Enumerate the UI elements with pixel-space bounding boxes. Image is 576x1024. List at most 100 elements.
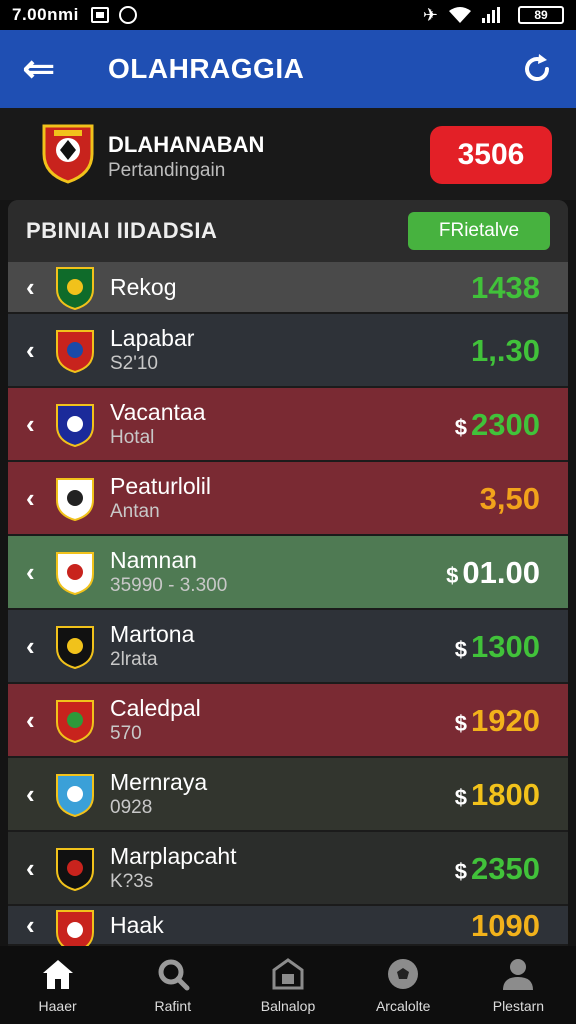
list-item[interactable]: ‹ Caledpal 570 $1920 <box>8 684 568 758</box>
back-arrow-icon[interactable]: ⇐ <box>22 49 62 89</box>
value-number: 01.00 <box>462 555 540 590</box>
value-number: 1300 <box>471 629 540 664</box>
match-title: DLAHANABAN <box>108 132 265 157</box>
chevron-left-icon[interactable]: ‹ <box>26 409 35 440</box>
list-item[interactable]: ‹ Peaturlolil Antan 3,50 <box>8 462 568 536</box>
panel-header: PBINIAI IIDADSIA FRietalve <box>8 200 568 262</box>
team-name: Namnan <box>110 547 197 573</box>
team-logo-icon <box>56 330 94 374</box>
refresh-icon[interactable] <box>520 52 554 86</box>
team-logo-icon <box>56 267 94 311</box>
team-value: $2350 <box>455 851 540 887</box>
team-subtitle: 570 <box>110 723 142 744</box>
team-name: Caledpal <box>110 695 201 721</box>
list-item[interactable]: ‹ Mernraya 0928 $1800 <box>8 758 568 832</box>
team-value: $01.00 <box>446 555 540 591</box>
team-name: Marplapcaht <box>110 843 237 869</box>
currency-symbol: $ <box>446 563 459 588</box>
team-value: 1090 <box>471 908 540 944</box>
nav-label: Plestarn <box>492 998 545 1014</box>
list-item[interactable]: ‹ Haak 1090 <box>8 906 568 946</box>
chevron-left-icon[interactable]: ‹ <box>26 779 35 810</box>
chevron-left-icon[interactable]: ‹ <box>26 557 35 588</box>
team-logo-icon <box>56 700 94 744</box>
team-subtitle: Hotal <box>110 427 155 448</box>
team-subtitle: 0928 <box>110 797 153 818</box>
team-name: Vacantaa <box>110 399 206 425</box>
team-logo-icon <box>56 478 94 522</box>
nav-label: Rafint <box>154 998 192 1014</box>
team-logo-icon <box>56 848 94 892</box>
list-item[interactable]: ‹ Rekog 1438 <box>8 262 568 314</box>
value-number: 2350 <box>471 851 540 886</box>
currency-symbol: $ <box>454 859 468 884</box>
team-subtitle: S2'10 <box>110 353 159 374</box>
team-name: Haak <box>110 912 164 938</box>
team-name: Peaturlolil <box>110 473 211 499</box>
team-value: $1800 <box>455 777 540 813</box>
battery-icon: 89 <box>518 6 564 24</box>
team-subtitle: 35990 - 3.300 <box>110 575 228 596</box>
standings-panel: PBINIAI IIDADSIA FRietalve ‹ Rekog 1438 ‹ La… <box>8 200 568 946</box>
stadium-icon <box>272 958 304 990</box>
team-subtitle: 2lrata <box>110 649 158 670</box>
chevron-left-icon[interactable]: ‹ <box>26 910 35 941</box>
currency-symbol: $ <box>454 415 468 440</box>
team-logo-icon <box>56 774 94 818</box>
value-number: 2300 <box>471 407 540 442</box>
list-item[interactable]: ‹ Vacantaa Hotal $2300 <box>8 388 568 462</box>
nav-stadium[interactable]: Balnalop <box>230 946 345 1024</box>
score-badge[interactable]: 3506 <box>430 126 552 184</box>
chevron-left-icon[interactable]: ‹ <box>26 705 35 736</box>
profile-icon <box>503 959 534 990</box>
list-item[interactable]: ‹ Namnan 35990 - 3.300 $01.00 <box>8 536 568 610</box>
ball-icon <box>388 959 419 989</box>
team-logo-icon <box>56 552 94 596</box>
team-value: $1300 <box>455 629 540 665</box>
team-name: Lapabar <box>110 325 195 351</box>
app-bar: ⇐ OLAHRAGGIA <box>0 30 576 108</box>
team-value: 3,50 <box>480 481 540 517</box>
team-subtitle: Antan <box>110 501 160 522</box>
team-logo-icon <box>56 626 94 670</box>
status-bar: 7.00nmi ✈ 89 <box>0 0 576 30</box>
team-name: Martona <box>110 621 195 647</box>
airplane-icon: ✈ <box>422 4 438 25</box>
sync-icon <box>118 6 137 24</box>
team-logo-icon <box>56 404 94 448</box>
match-subtitle: Pertandingain <box>108 160 226 181</box>
nav-search[interactable]: Rafint <box>115 946 230 1024</box>
nav-home[interactable]: Haaer <box>0 946 115 1024</box>
nav-profile[interactable]: Plestarn <box>461 946 576 1024</box>
list-item[interactable]: ‹ Marplapcaht K?3s $2350 <box>8 832 568 906</box>
value-number: 1800 <box>471 777 540 812</box>
chevron-left-icon[interactable]: ‹ <box>26 483 35 514</box>
team-value: $2300 <box>455 407 540 443</box>
currency-symbol: $ <box>454 637 468 662</box>
club-crest-icon <box>42 124 94 184</box>
chevron-left-icon[interactable]: ‹ <box>26 335 35 366</box>
list-item[interactable]: ‹ Martona 2lrata $1300 <box>8 610 568 684</box>
team-name: Rekog <box>110 274 177 300</box>
team-subtitle: K?3s <box>110 871 154 892</box>
notification-icon <box>90 7 109 23</box>
currency-symbol: $ <box>454 785 468 810</box>
team-value: $1920 <box>455 703 540 739</box>
nav-label: Arcalolte <box>375 998 431 1014</box>
panel-title: PBINIAI IIDADSIA <box>26 218 218 243</box>
value-number: 3,50 <box>479 481 540 516</box>
list-item[interactable]: ‹ Lapabar S2'10 1,.30 <box>8 314 568 388</box>
chevron-left-icon[interactable]: ‹ <box>26 272 35 303</box>
match-header: DLAHANABAN Pertandingain 3506 <box>0 108 576 200</box>
signal-icon <box>482 7 500 23</box>
team-logo-icon <box>56 910 94 946</box>
value-number: 1090 <box>471 908 540 943</box>
chevron-left-icon[interactable]: ‹ <box>26 631 35 662</box>
filter-button[interactable]: FRietalve <box>408 212 550 250</box>
team-value: 1438 <box>471 270 540 306</box>
value-number: 1920 <box>471 703 540 738</box>
team-value: 1,.30 <box>471 333 540 369</box>
chevron-left-icon[interactable]: ‹ <box>26 853 35 884</box>
nav-ball[interactable]: Arcalolte <box>346 946 461 1024</box>
nav-label: Haaer <box>38 998 77 1014</box>
